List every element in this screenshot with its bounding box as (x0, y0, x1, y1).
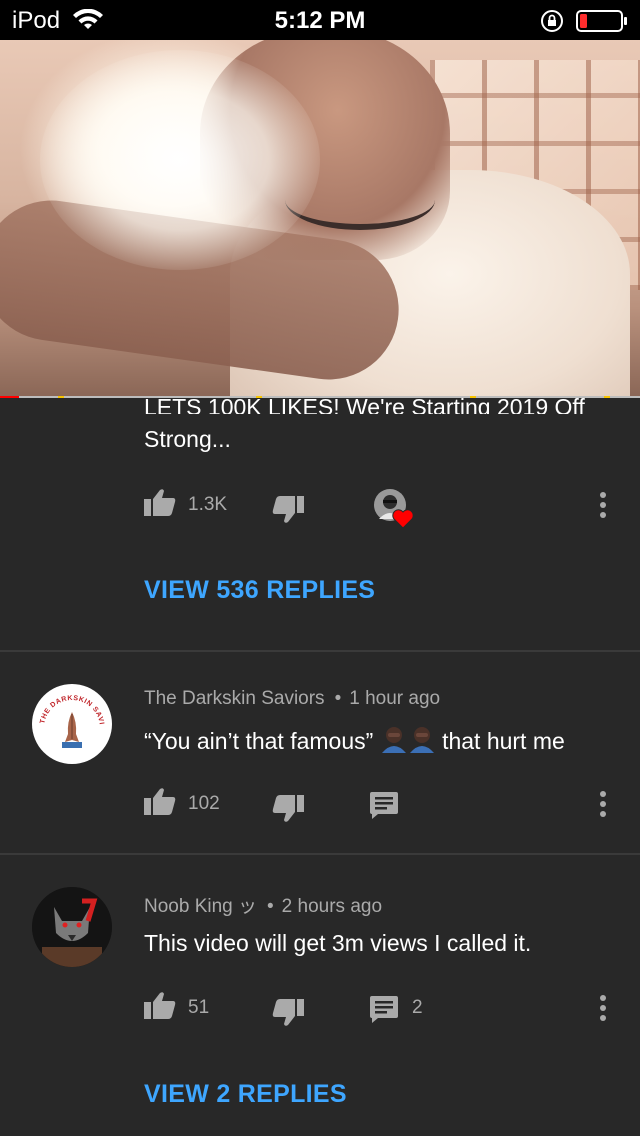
ad-marker (58, 396, 64, 398)
comment-icon[interactable] (370, 996, 398, 1024)
video-progress-fill (0, 396, 20, 398)
view-replies-button[interactable]: VIEW 2 REPLIES (144, 1080, 347, 1109)
avatar-caption: THE DARKSKIN SAVIORS (32, 684, 104, 725)
thumbs-up-icon[interactable] (144, 787, 176, 815)
like-count: 51 (188, 997, 210, 1018)
comment-text-rest: that hurt me (442, 728, 565, 754)
comment-time: 2 hours ago (281, 896, 383, 917)
battery-icon (576, 10, 627, 32)
face-palm-emoji (381, 727, 406, 753)
comment-text-quote: “You ain’t that famous” (144, 728, 374, 754)
reply-count: 2 (412, 997, 423, 1018)
svg-text:THE DARKSKIN SAVIORS: THE DARKSKIN SAVIORS (32, 684, 105, 725)
thumbs-up-icon[interactable] (144, 488, 176, 516)
comment-divider (0, 853, 640, 855)
vertical-dots-icon[interactable] (598, 994, 608, 1022)
avatar[interactable] (32, 887, 112, 967)
view-replies-button[interactable]: VIEW 536 REPLIES (144, 576, 375, 605)
comment-meta: The Darkskin Saviors • 1 hour ago (144, 688, 440, 710)
comment-icon[interactable] (370, 792, 398, 820)
comment-time: 1 hour ago (349, 688, 441, 709)
comment-divider (0, 650, 640, 652)
avatar[interactable]: THE DARKSKIN SAVIORS (32, 684, 112, 764)
thumbs-up-icon[interactable] (144, 991, 176, 1019)
video-light-glare (40, 50, 320, 270)
praying-hands-icon: THE DARKSKIN SAVIORS (32, 684, 105, 748)
video-player[interactable] (0, 40, 640, 398)
face-palm-emoji (409, 727, 434, 753)
vertical-dots-icon[interactable] (598, 491, 608, 519)
rotation-lock-icon (541, 10, 563, 32)
like-count: 1.3K (188, 494, 228, 515)
heart-icon (392, 509, 414, 529)
comment-text-line: Strong... (144, 426, 231, 452)
meta-separator: • (267, 896, 274, 917)
thumbs-down-icon[interactable] (272, 496, 304, 524)
status-bar: iPod 5:12 PM (0, 0, 640, 40)
comment-text: “You ain’t that famous” that hurt me (144, 724, 565, 758)
vertical-dots-icon[interactable] (598, 790, 608, 818)
comment-author[interactable]: Noob King ッ (144, 896, 257, 917)
comment-text-line: LETS 100K LIKES! We're Starting 2019 Off (144, 394, 585, 414)
comment-meta: Noob King ッ • 2 hours ago (144, 891, 382, 918)
wolf-avatar-icon (32, 887, 112, 967)
comment-author[interactable]: The Darkskin Saviors (144, 688, 325, 709)
thumbs-down-icon[interactable] (272, 795, 304, 823)
like-count: 102 (188, 793, 220, 814)
meta-separator: • (334, 688, 342, 709)
thumbs-down-icon[interactable] (272, 999, 304, 1027)
creator-heart-badge (374, 489, 414, 531)
comment-text: This video will get 3m views I called it… (144, 930, 532, 956)
